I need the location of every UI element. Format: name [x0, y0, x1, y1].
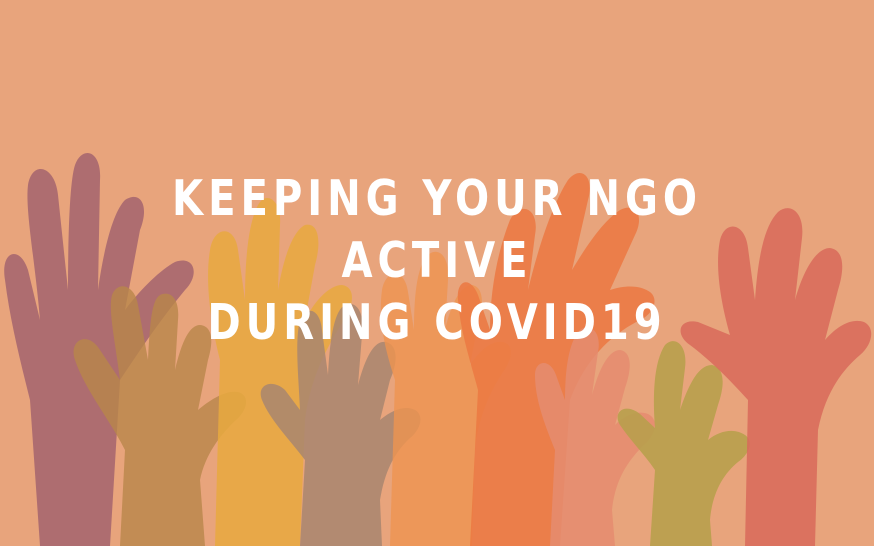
headline-line-1: KEEPING YOUR NGO ACTIVE [172, 170, 702, 289]
headline-line-2: DURING COVID19 [207, 294, 667, 351]
headline: KEEPING YOUR NGO ACTIVE DURING COVID19 [79, 168, 796, 354]
banner-image: KEEPING YOUR NGO ACTIVE DURING COVID19 [0, 0, 874, 546]
